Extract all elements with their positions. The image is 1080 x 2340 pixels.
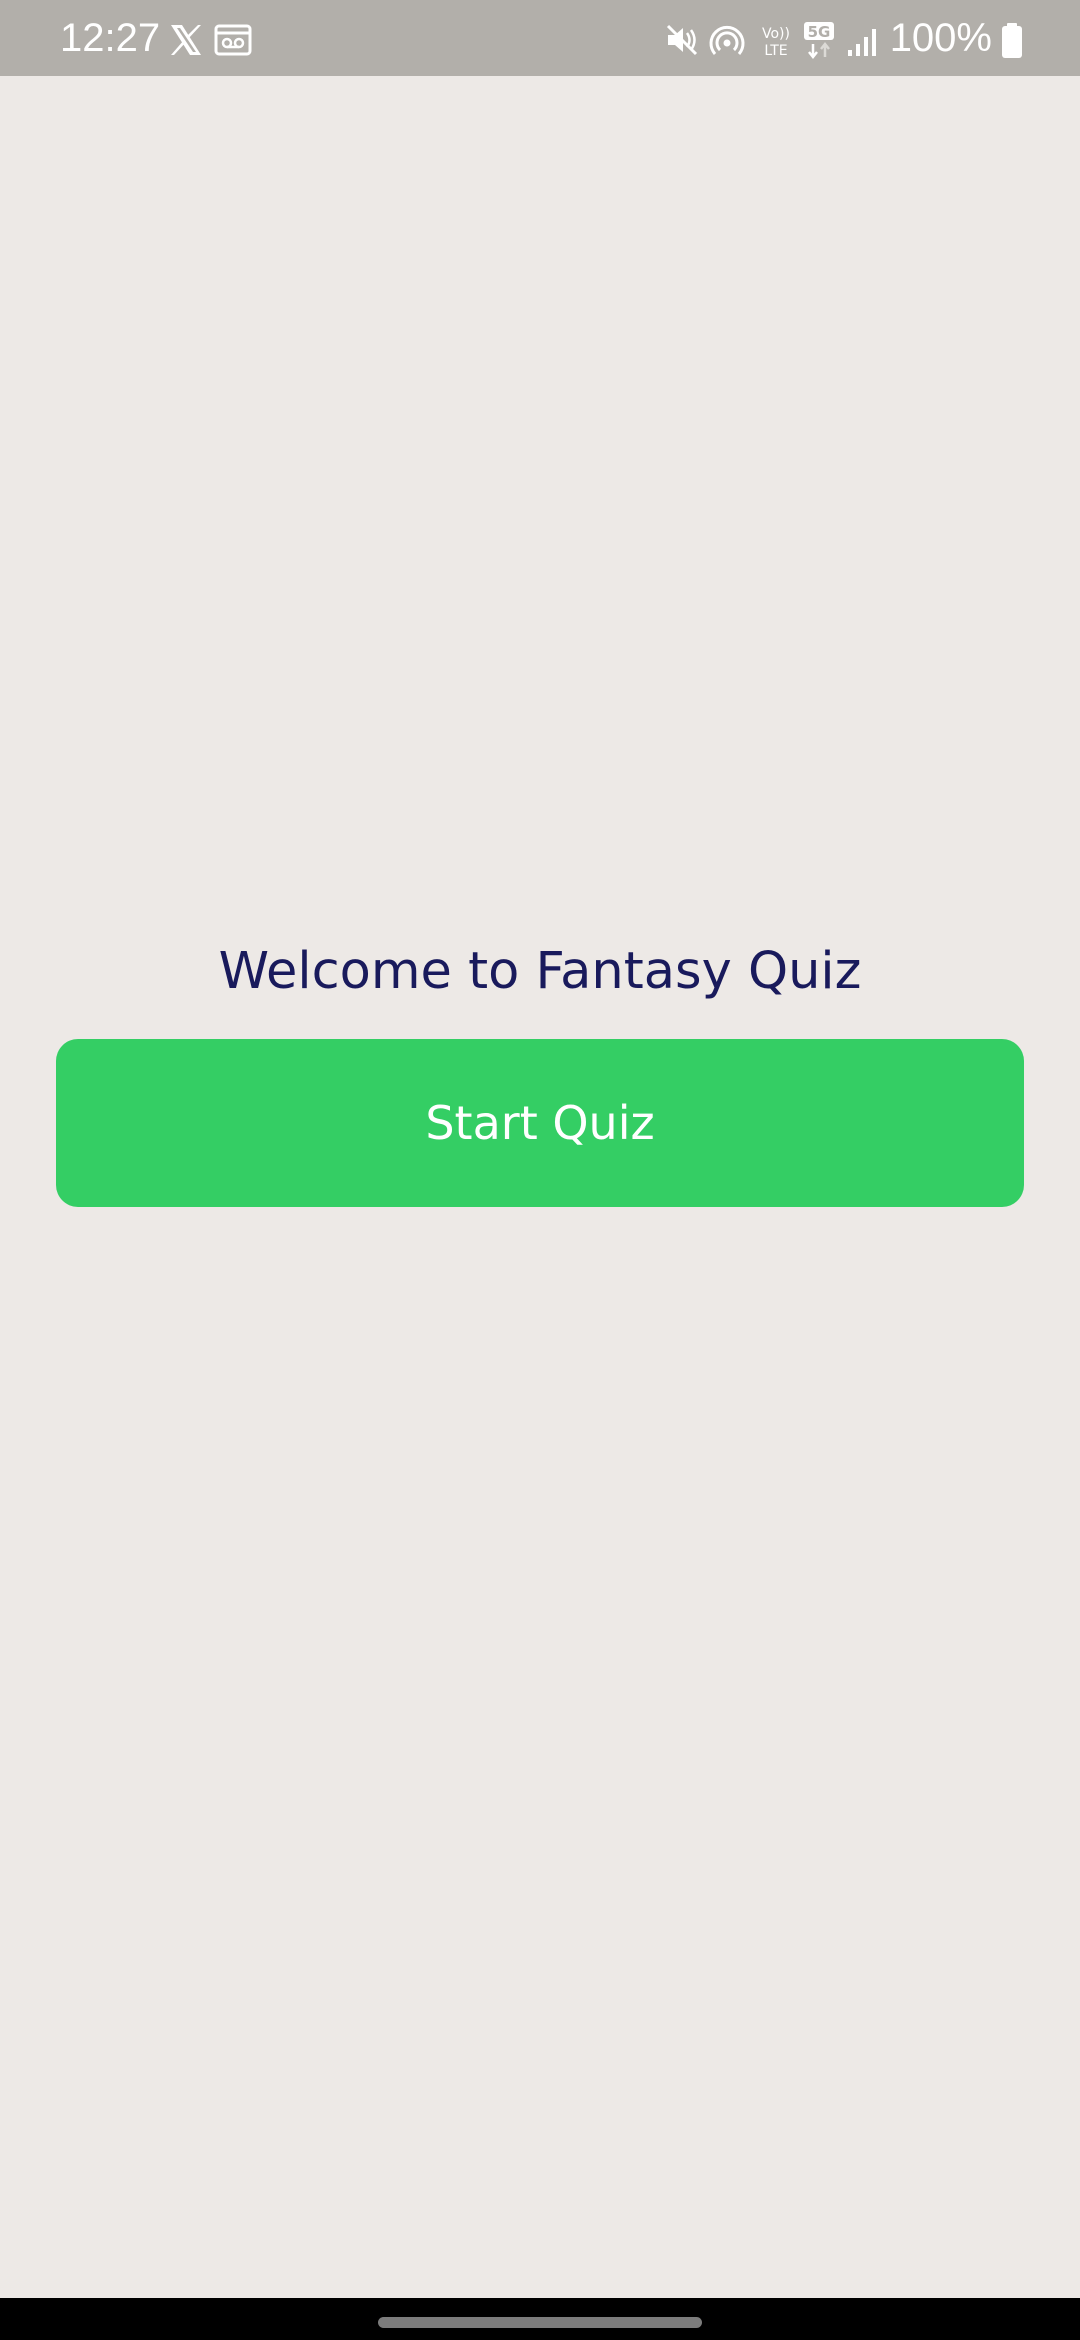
hotspot-icon xyxy=(708,22,746,62)
welcome-title: Welcome to Fantasy Quiz xyxy=(218,942,862,1001)
signal-icon xyxy=(846,26,880,62)
volte-icon: Vo)) LTE xyxy=(758,24,794,62)
voicemail-icon xyxy=(214,24,252,60)
mute-icon xyxy=(664,22,700,62)
status-time: 12:27 xyxy=(60,16,161,60)
start-quiz-button[interactable]: Start Quiz xyxy=(56,1039,1024,1207)
svg-text:Vo)): Vo)) xyxy=(762,26,790,42)
5g-icon: 5G xyxy=(800,20,838,64)
svg-text:5G: 5G xyxy=(808,23,831,41)
status-bar: 12:27 Vo)) LTE 5G 100% xyxy=(0,0,1080,76)
battery-icon xyxy=(1000,22,1024,64)
x-logo-icon xyxy=(168,22,204,62)
svg-text:LTE: LTE xyxy=(764,43,787,58)
home-gesture-handle[interactable] xyxy=(378,2317,702,2328)
navigation-bar xyxy=(0,2298,1080,2340)
battery-percentage: 100% xyxy=(889,16,992,60)
